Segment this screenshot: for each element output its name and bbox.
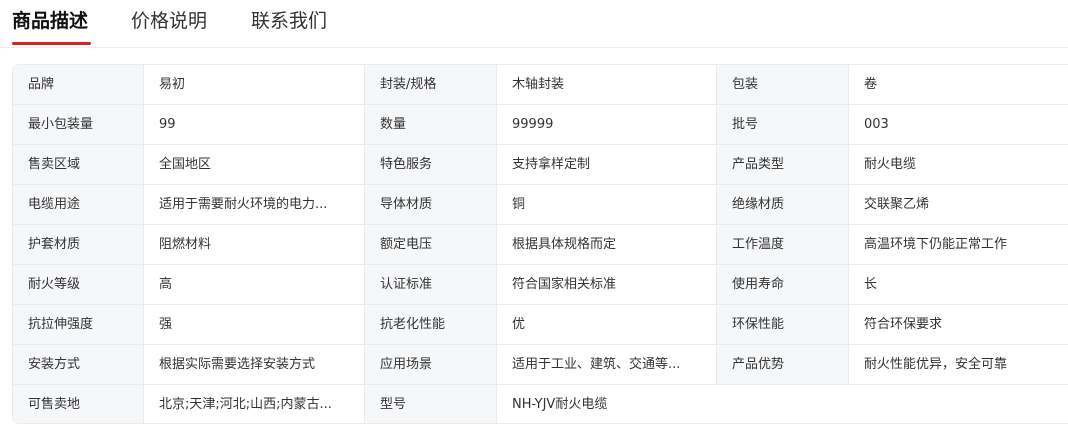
spec-value: 阻燃材料 bbox=[144, 225, 365, 264]
spec-value: 木轴封装 bbox=[497, 65, 717, 104]
spec-label: 安装方式 bbox=[13, 345, 144, 384]
spec-label: 电缆用途 bbox=[13, 185, 144, 224]
spec-row: 护套材质 阻燃材料 额定电压 根据具体规格而定 工作温度 高温环境下仍能正常工作 bbox=[13, 225, 1068, 265]
spec-row: 品牌 易初 封装/规格 木轴封装 包装 卷 bbox=[13, 65, 1068, 105]
spec-row: 最小包装量 99 数量 99999 批号 003 bbox=[13, 105, 1068, 145]
spec-value: 根据具体规格而定 bbox=[497, 225, 717, 264]
spec-row: 耐火等级 高 认证标准 符合国家相关标准 使用寿命 长 bbox=[13, 265, 1068, 305]
spec-value: 适用于工业、建筑、交通等... bbox=[497, 345, 717, 384]
tab-bar: 商品描述 价格说明 联系我们 bbox=[0, 0, 1068, 48]
spec-value: 铜 bbox=[497, 185, 717, 224]
spec-label: 认证标准 bbox=[365, 265, 497, 304]
spec-label: 工作温度 bbox=[717, 225, 849, 264]
spec-label: 导体材质 bbox=[365, 185, 497, 224]
spec-value: 耐火电缆 bbox=[849, 145, 1068, 184]
tab-contact-us[interactable]: 联系我们 bbox=[251, 8, 327, 34]
spec-value: 支持拿样定制 bbox=[497, 145, 717, 184]
spec-label: 售卖区域 bbox=[13, 145, 144, 184]
spec-label: 封装/规格 bbox=[365, 65, 497, 104]
spec-value: 高 bbox=[144, 265, 365, 304]
spec-label: 型号 bbox=[365, 385, 497, 423]
spec-label: 包装 bbox=[717, 65, 849, 104]
spec-label: 特色服务 bbox=[365, 145, 497, 184]
spec-value: 强 bbox=[144, 305, 365, 344]
spec-row: 可售卖地 北京;天津;河北;山西;内蒙古... 型号 NH-YJV耐火电缆 bbox=[13, 385, 1068, 423]
spec-label: 环保性能 bbox=[717, 305, 849, 344]
spec-row: 抗拉伸强度 强 抗老化性能 优 环保性能 符合环保要求 bbox=[13, 305, 1068, 345]
spec-label: 耐火等级 bbox=[13, 265, 144, 304]
spec-value: 符合国家相关标准 bbox=[497, 265, 717, 304]
spec-value: 99 bbox=[144, 105, 365, 144]
spec-value: 耐火性能优异，安全可靠 bbox=[849, 345, 1068, 384]
spec-value: 易初 bbox=[144, 65, 365, 104]
spec-label: 数量 bbox=[365, 105, 497, 144]
spec-label: 产品优势 bbox=[717, 345, 849, 384]
tab-price-info[interactable]: 价格说明 bbox=[131, 8, 207, 34]
spec-value: 北京;天津;河北;山西;内蒙古... bbox=[144, 385, 365, 423]
spec-row: 安装方式 根据实际需要选择安装方式 应用场景 适用于工业、建筑、交通等... 产… bbox=[13, 345, 1068, 385]
spec-value: 根据实际需要选择安装方式 bbox=[144, 345, 365, 384]
active-tab-indicator bbox=[12, 42, 91, 45]
spec-label: 应用场景 bbox=[365, 345, 497, 384]
spec-value: 长 bbox=[849, 265, 1068, 304]
spec-label: 产品类型 bbox=[717, 145, 849, 184]
spec-label: 抗老化性能 bbox=[365, 305, 497, 344]
spec-label: 批号 bbox=[717, 105, 849, 144]
spec-row: 售卖区域 全国地区 特色服务 支持拿样定制 产品类型 耐火电缆 bbox=[13, 145, 1068, 185]
spec-value: 优 bbox=[497, 305, 717, 344]
spec-value: 适用于需要耐火环境的电力... bbox=[144, 185, 365, 224]
spec-table: 品牌 易初 封装/规格 木轴封装 包装 卷 最小包装量 99 数量 99999 … bbox=[12, 64, 1068, 424]
spec-label: 额定电压 bbox=[365, 225, 497, 264]
spec-label: 最小包装量 bbox=[13, 105, 144, 144]
spec-value: 符合环保要求 bbox=[849, 305, 1068, 344]
spec-value: 交联聚乙烯 bbox=[849, 185, 1068, 224]
tab-product-description[interactable]: 商品描述 bbox=[12, 8, 88, 34]
spec-label: 抗拉伸强度 bbox=[13, 305, 144, 344]
spec-label: 品牌 bbox=[13, 65, 144, 104]
spec-value: 卷 bbox=[849, 65, 1068, 104]
spec-value: 99999 bbox=[497, 105, 717, 144]
spec-row: 电缆用途 适用于需要耐火环境的电力... 导体材质 铜 绝缘材质 交联聚乙烯 bbox=[13, 185, 1068, 225]
spec-label: 护套材质 bbox=[13, 225, 144, 264]
spec-label: 绝缘材质 bbox=[717, 185, 849, 224]
spec-value: NH-YJV耐火电缆 bbox=[497, 385, 1068, 423]
spec-label: 使用寿命 bbox=[717, 265, 849, 304]
spec-label: 可售卖地 bbox=[13, 385, 144, 423]
spec-value: 高温环境下仍能正常工作 bbox=[849, 225, 1068, 264]
spec-value: 003 bbox=[849, 105, 1068, 144]
spec-value: 全国地区 bbox=[144, 145, 365, 184]
